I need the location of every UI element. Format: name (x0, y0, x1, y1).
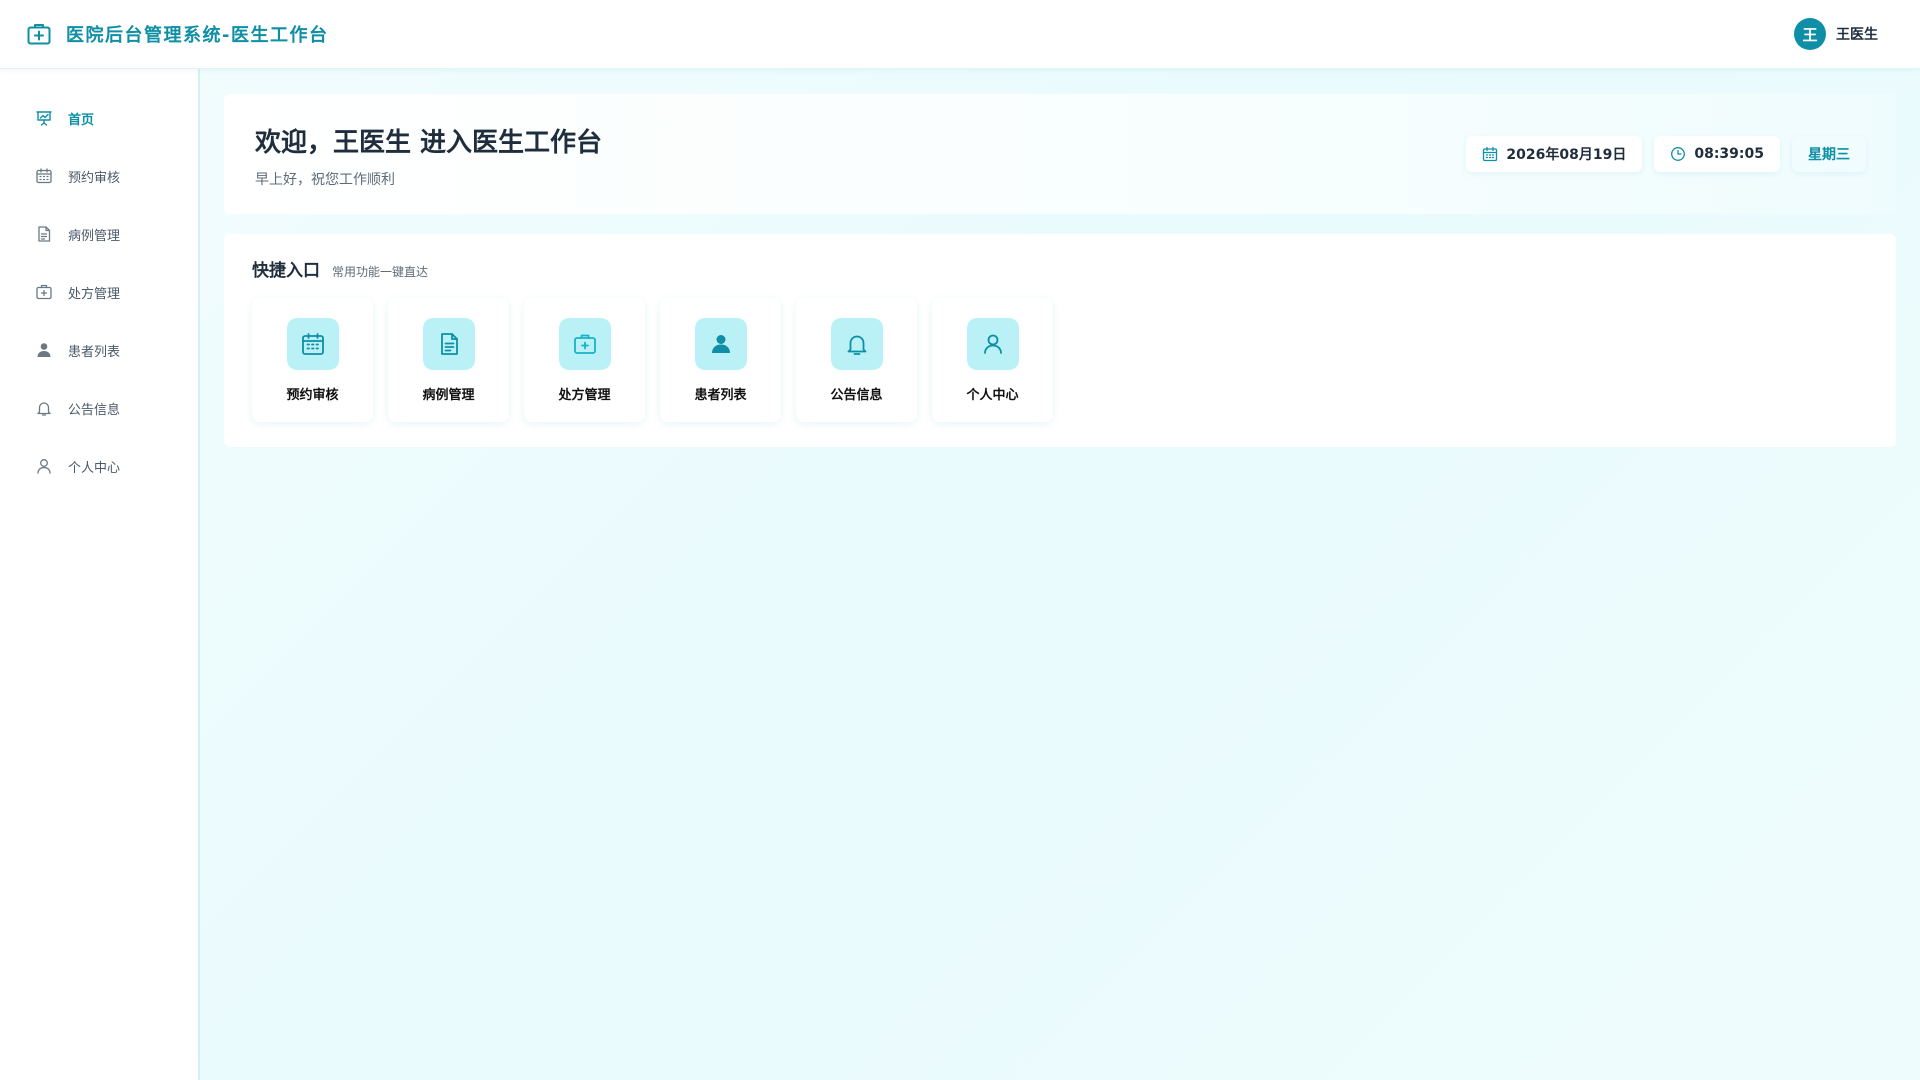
sidebar-item-label: 患者列表 (68, 344, 121, 360)
app-title: 医院后台管理系统-医生工作台 (66, 25, 329, 46)
sidebar-item-label: 处方管理 (68, 286, 121, 302)
user-menu[interactable]: 王 王医生 (1794, 18, 1894, 50)
datetime-chips: 2026年08月19日 08:39:05 星期三 (1466, 136, 1866, 172)
quick-tile-patient-list[interactable]: 患者列表 (660, 298, 781, 422)
welcome-subtitle: 早上好，祝您工作顺利 (255, 172, 395, 188)
person-icon (35, 341, 53, 359)
welcome-banner: 欢迎，王医生 进入医生工作台 早上好，祝您工作顺利 2026年08月19日 08… (224, 94, 1896, 214)
sidebar-item-label: 预约审核 (68, 170, 121, 186)
avatar[interactable]: 王 (1794, 18, 1826, 50)
sidebar-item-case-management[interactable]: 病例管理 (0, 205, 198, 263)
clock-icon (1671, 147, 1686, 161)
bell-icon (830, 318, 883, 370)
tile-label: 预约审核 (286, 388, 339, 403)
sidebar-item-label: 首页 (68, 112, 95, 128)
weekday-chip: 星期三 (1792, 136, 1866, 172)
brand[interactable]: 医院后台管理系统-医生工作台 (26, 21, 328, 47)
sidebar-item-announcements[interactable]: 公告信息 (0, 379, 198, 437)
weekday-text: 星期三 (1808, 147, 1850, 163)
quick-tile-appointment-review[interactable]: 预约审核 (252, 298, 373, 422)
tile-label: 个人中心 (966, 388, 1019, 403)
calendar-icon (1483, 146, 1498, 162)
quick-entry-tiles: 预约审核 病例管理 处方管理 患者列表 公告信息 个人中心 (252, 298, 1896, 422)
presentation-chart-icon (35, 109, 53, 127)
quick-entry-subtitle: 常用功能一键直达 (332, 265, 429, 279)
calendar-icon (286, 318, 339, 370)
quick-tile-case-management[interactable]: 病例管理 (388, 298, 509, 422)
sidebar-item-patient-list[interactable]: 患者列表 (0, 321, 198, 379)
medical-kit-icon (558, 318, 611, 370)
main-content: 欢迎，王医生 进入医生工作台 早上好，祝您工作顺利 2026年08月19日 08… (200, 69, 1920, 1080)
sidebar-item-label: 病例管理 (68, 228, 121, 244)
sidebar-item-label: 个人中心 (68, 460, 121, 476)
person-icon (694, 318, 747, 370)
quick-entry-panel: 快捷入口 常用功能一键直达 预约审核 病例管理 处方管理 患者列表 公告信息 个… (224, 234, 1896, 447)
tile-label: 病例管理 (422, 388, 475, 403)
document-icon (35, 225, 53, 243)
medical-kit-icon (26, 21, 52, 47)
quick-tile-announcements[interactable]: 公告信息 (796, 298, 917, 422)
sidebar-item-home[interactable]: 首页 (0, 89, 198, 147)
tile-label: 处方管理 (558, 388, 611, 403)
sidebar-item-label: 公告信息 (68, 402, 121, 418)
user-name[interactable]: 王医生 (1836, 24, 1878, 44)
sidebar-item-profile[interactable]: 个人中心 (0, 437, 198, 495)
user-outline-icon (35, 457, 53, 475)
calendar-icon (35, 167, 53, 185)
time-chip: 08:39:05 (1654, 136, 1780, 172)
time-text: 08:39:05 (1694, 146, 1764, 162)
sidebar-item-appointment-review[interactable]: 预约审核 (0, 147, 198, 205)
tile-label: 公告信息 (830, 388, 883, 403)
quick-tile-prescription-management[interactable]: 处方管理 (524, 298, 645, 422)
bell-icon (35, 399, 53, 417)
user-outline-icon (966, 318, 1019, 370)
document-icon (422, 318, 475, 370)
date-chip: 2026年08月19日 (1466, 136, 1643, 172)
sidebar-item-prescription-management[interactable]: 处方管理 (0, 263, 198, 321)
sidebar: 首页 预约审核 病例管理 处方管理 患者列表 公告信息 个人中心 (0, 69, 200, 1080)
tile-label: 患者列表 (694, 388, 747, 403)
medical-kit-icon (35, 283, 53, 301)
date-text: 2026年08月19日 (1506, 147, 1627, 163)
quick-tile-profile[interactable]: 个人中心 (932, 298, 1053, 422)
top-bar: 医院后台管理系统-医生工作台 王 王医生 (0, 0, 1920, 69)
quick-entry-title: 快捷入口 (252, 261, 320, 281)
